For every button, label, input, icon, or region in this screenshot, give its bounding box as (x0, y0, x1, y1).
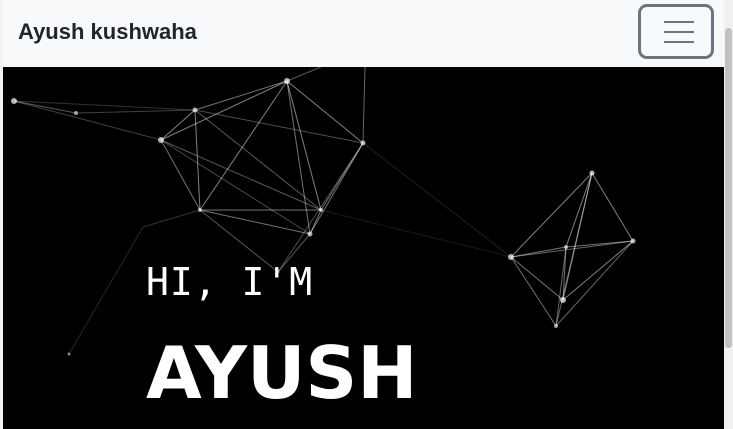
navbar: Ayush kushwaha (3, 0, 724, 67)
navbar-brand[interactable]: Ayush kushwaha (18, 19, 197, 45)
scrollbar-thumb[interactable] (725, 28, 732, 348)
hero-section: HI, I'M AYUSH (3, 67, 724, 429)
vertical-scrollbar[interactable] (724, 0, 733, 429)
hero-name-heading: AYUSH (146, 331, 418, 415)
navbar-toggler-button[interactable] (638, 4, 714, 59)
hero-greeting: HI, I'M (146, 260, 314, 304)
